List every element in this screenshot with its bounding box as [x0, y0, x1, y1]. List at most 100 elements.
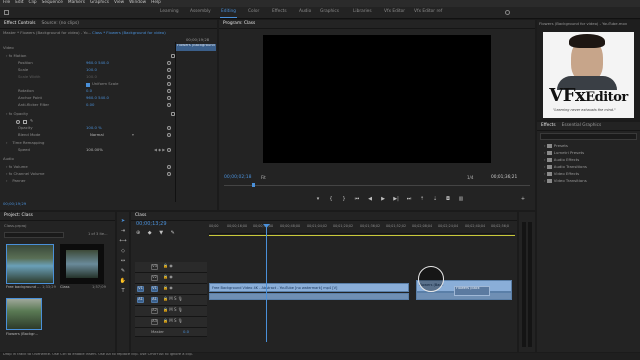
program-title[interactable]: Program: Class: [223, 21, 255, 27]
effects-folder-lumetri[interactable]: › Lumetri Presets: [544, 150, 584, 155]
menu-file[interactable]: File: [3, 0, 10, 6]
selection-tool-icon[interactable]: ➤: [119, 218, 127, 225]
menu-window[interactable]: Window: [129, 0, 146, 6]
webcam-panel: Flowers (Background for video) - YouTube…: [537, 20, 640, 120]
effects-folder-video-effects[interactable]: › Video Effects: [544, 171, 579, 176]
ec-row-blend-mode[interactable]: Blend Mode Normal ▾: [4, 132, 174, 140]
effects-folder-audio-effects[interactable]: › Audio Effects: [544, 157, 579, 162]
track-header-v1[interactable]: V1 V1 🔒 ◉: [135, 284, 207, 295]
menu-sequence[interactable]: Sequence: [42, 0, 63, 6]
extract-button[interactable]: ⇣: [431, 196, 439, 204]
step-forward-button[interactable]: ▶|: [392, 196, 400, 204]
search-icon[interactable]: [505, 10, 510, 15]
project-thumb-free-background[interactable]: [6, 244, 54, 284]
workspace-audio[interactable]: Audio: [299, 9, 311, 15]
master-clip-label[interactable]: Master * Flowers (Background for video) …: [3, 30, 91, 35]
step-back-frame-button[interactable]: ◀: [366, 196, 374, 204]
track-header-master[interactable]: Master 0.0: [135, 328, 207, 337]
workspace-libraries[interactable]: Libraries: [353, 9, 372, 15]
home-icon[interactable]: [4, 10, 9, 15]
workspace-editing[interactable]: Editing: [220, 9, 237, 18]
mark-in-button[interactable]: ▾: [314, 196, 322, 204]
effects-folder-video-transitions[interactable]: › Video Transitions: [544, 178, 587, 183]
hand-tool-icon[interactable]: ✋: [119, 278, 127, 285]
timeline-playhead[interactable]: [266, 224, 267, 342]
resolution-select[interactable]: 1/4: [467, 175, 473, 180]
tab-effect-controls[interactable]: Effect Controls: [4, 21, 36, 27]
mark-out-button[interactable]: {: [327, 196, 335, 204]
menu-help[interactable]: Help: [151, 0, 161, 6]
tab-effects[interactable]: Effects: [541, 123, 556, 129]
clip-flowers-drag-ghost[interactable]: Flowers (Back: [454, 286, 490, 296]
menu-markers[interactable]: Markers: [68, 0, 85, 6]
workspace-effects[interactable]: Effects: [272, 9, 287, 15]
timeline-timecode[interactable]: 00;00;13;29: [136, 221, 167, 228]
track-header-a2[interactable]: A2 🔒 M S 🎙: [135, 306, 207, 317]
ec-row-scale-width[interactable]: Scale Width 100.0: [4, 74, 174, 82]
go-to-out-button[interactable]: ⏭: [405, 196, 413, 204]
ripple-edit-tool-icon[interactable]: ⟷: [119, 238, 127, 245]
export-frame-button[interactable]: ◘: [444, 196, 452, 204]
program-video-frame[interactable]: [263, 35, 491, 163]
program-scrubber[interactable]: [224, 185, 530, 186]
ec-row-channel-volume[interactable]: › fx Channel Volume: [4, 171, 174, 179]
workspace-vfx-editor-ref[interactable]: Vfx Editor ref: [414, 9, 442, 15]
slip-tool-icon[interactable]: ↔: [119, 258, 127, 265]
audio-meter-panel: [519, 212, 535, 352]
pen-tool-icon[interactable]: ✎: [119, 268, 127, 275]
effects-search-input[interactable]: [540, 133, 637, 140]
track-select-tool-icon[interactable]: ⇥: [119, 228, 127, 235]
ec-row-antiflicker[interactable]: Anti-flicker Filter 0.00: [4, 102, 174, 110]
program-playhead[interactable]: [252, 183, 255, 187]
track-header-v2[interactable]: V2 🔒 ◉: [135, 273, 207, 284]
project-title[interactable]: Project: Class: [4, 213, 33, 219]
project-thumb-flowers[interactable]: [6, 298, 42, 330]
sequence-clip-label[interactable]: Class * Flowers (Background for video): [92, 30, 166, 35]
project-search-input[interactable]: [4, 232, 64, 238]
track-header-a3[interactable]: A3 🔒 M S 🎙: [135, 317, 207, 328]
effects-folder-audio-transitions[interactable]: › Audio Transitions: [544, 164, 587, 169]
workspace-vfx-editor[interactable]: Vfx Editor: [384, 9, 405, 15]
project-item-name-3[interactable]: Flowers (Backgr...: [6, 332, 38, 337]
ec-divider: [175, 42, 176, 202]
lift-button[interactable]: ⇡: [418, 196, 426, 204]
clip-free-background-audio[interactable]: [209, 293, 409, 300]
project-item-name-2[interactable]: Class: [60, 285, 69, 290]
go-to-in-button[interactable]: }: [340, 196, 348, 204]
menu-clip[interactable]: Clip: [29, 0, 37, 6]
menu-bar: File Edit Clip Sequence Markers Graphics…: [0, 0, 640, 7]
ec-clip-bar[interactable]: Flowers (Background: [176, 44, 216, 51]
workspace-assembly[interactable]: Assembly: [190, 9, 211, 15]
work-area-bar[interactable]: [209, 235, 515, 236]
workspace-learning[interactable]: Learning: [160, 9, 179, 15]
step-back-button[interactable]: ⏮: [353, 196, 361, 204]
menu-edit[interactable]: Edit: [15, 0, 23, 6]
add-button[interactable]: +: [519, 196, 527, 204]
type-tool-icon[interactable]: T: [119, 288, 127, 295]
menu-view[interactable]: View: [114, 0, 124, 6]
ec-row-panner[interactable]: › Panner: [4, 178, 174, 186]
fit-select[interactable]: Fit: [261, 175, 266, 180]
ec-timecode[interactable]: 00;00;19;29: [3, 201, 26, 206]
timeline-toolbar[interactable]: ⊕ ◆ ▼ ✎: [136, 230, 178, 237]
project-thumb-class[interactable]: [60, 244, 104, 284]
track-header-a1[interactable]: A1 A1 🔒 M S 🎙: [135, 295, 207, 306]
track-header-v3[interactable]: V3 🔒 ◉: [135, 262, 207, 273]
tab-essential-graphics[interactable]: Essential Graphics: [562, 123, 602, 129]
timeline-ruler[interactable]: 00;00 00;00;16;00 00;00;32;00 00;00;48;0…: [209, 224, 515, 234]
effects-folder-presets[interactable]: › Presets: [544, 143, 568, 148]
razor-tool-icon[interactable]: ◇: [119, 248, 127, 255]
program-timecode[interactable]: 00;00;02;18: [224, 175, 251, 181]
workspace-graphics[interactable]: Graphics: [320, 9, 339, 15]
tab-source[interactable]: Source: (no clips): [42, 21, 79, 27]
ec-row-speed[interactable]: Speed 100.00% ◀ ◆ ▶: [4, 147, 174, 155]
clip-free-background-video[interactable]: Free Background Video 4K - Abstract - Yo…: [209, 283, 409, 292]
comparison-view-button[interactable]: ▥: [457, 196, 465, 204]
menu-graphics[interactable]: Graphics: [90, 0, 109, 6]
timeline-title[interactable]: Class: [135, 213, 146, 219]
workspace-color[interactable]: Color: [248, 9, 259, 15]
logo-tagline: "Learning never exhausts the mind.": [553, 108, 616, 112]
project-item-name-1[interactable]: Free background ...: [6, 285, 41, 290]
play-button[interactable]: ▶: [379, 196, 387, 204]
program-monitor: Program: Class 00;00;02;18 Fit 1/4 00;01…: [219, 20, 535, 210]
